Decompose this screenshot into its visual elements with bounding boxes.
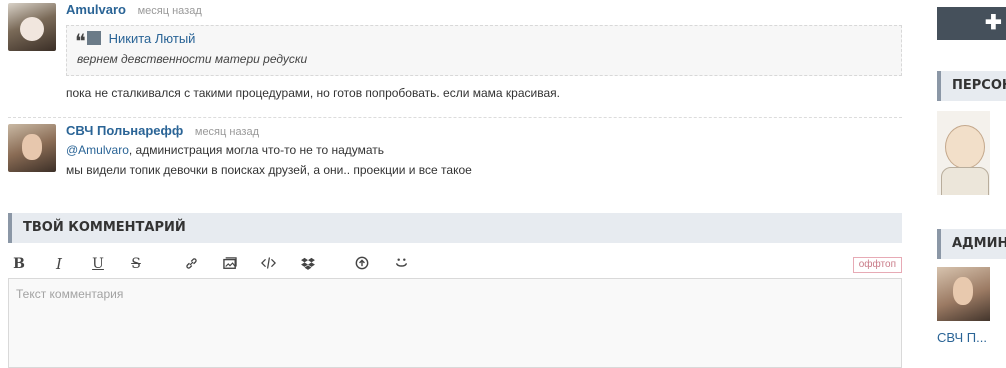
- comment-text-line: мы видели топик девочки в поисках друзей…: [66, 163, 472, 177]
- quote-text: вернем девственности матери редуски: [77, 52, 308, 66]
- avatar[interactable]: [8, 124, 56, 172]
- comment-separator: [8, 117, 902, 118]
- strikethrough-button[interactable]: S: [125, 254, 147, 274]
- dropbox-icon[interactable]: [297, 254, 319, 274]
- offtop-toggle[interactable]: оффтоп: [852, 257, 902, 273]
- plus-icon: ✚: [985, 12, 1002, 34]
- comment-form-title: ТВОЙ КОММЕНТАРИЙ: [8, 213, 902, 243]
- add-button[interactable]: ✚: [937, 7, 1006, 40]
- comment-author[interactable]: Amulvaro: [66, 2, 126, 17]
- comment-text: пока не сталкивался с такими процедурами…: [66, 86, 560, 100]
- comment-text-line: @Amulvaro, администрация могла что-то не…: [66, 140, 902, 160]
- admin-avatar[interactable]: [937, 267, 990, 321]
- comment-text-rest: , администрация могла что-то не то надум…: [128, 143, 385, 157]
- admin-name-link[interactable]: СВЧ П...: [937, 330, 987, 345]
- comment-body: Amulvaro месяц назад ❝ Никита Лютый верн…: [66, 3, 902, 103]
- comment-meta: СВЧ Польнарефф месяц назад: [66, 123, 902, 139]
- editor-toolbar: B I U S оффтоп: [8, 249, 902, 277]
- link-icon[interactable]: [180, 254, 202, 274]
- quote-mark-icon: ❝: [75, 29, 86, 53]
- comment-meta: Amulvaro месяц назад: [66, 2, 902, 18]
- italic-button[interactable]: I: [48, 254, 70, 274]
- mention-link[interactable]: @Amulvaro: [66, 143, 129, 157]
- comment: Amulvaro месяц назад ❝ Никита Лютый верн…: [8, 3, 902, 103]
- comment-date: месяц назад: [137, 5, 202, 17]
- sidebar-admin-title: АДМИН: [937, 229, 1006, 259]
- comment-body: СВЧ Польнарефф месяц назад @Amulvaro, ад…: [66, 124, 902, 180]
- code-icon[interactable]: [257, 254, 279, 274]
- character-image[interactable]: [937, 111, 990, 195]
- comment-author[interactable]: СВЧ Польнарефф: [66, 123, 183, 138]
- image-icon[interactable]: [219, 254, 241, 274]
- underline-button[interactable]: U: [87, 254, 109, 274]
- quote-header: ❝ Никита Лютый: [75, 29, 891, 53]
- comment-date: месяц назад: [194, 126, 260, 138]
- comment: СВЧ Польнарефф месяц назад @Amulvaro, ад…: [8, 124, 902, 184]
- upload-icon[interactable]: [351, 254, 373, 274]
- quote-block: ❝ Никита Лютый вернем девственности мате…: [66, 25, 902, 76]
- comment-textarea[interactable]: [8, 278, 902, 368]
- avatar[interactable]: [8, 3, 56, 51]
- quote-author[interactable]: Никита Лютый: [109, 31, 196, 46]
- smile-icon[interactable]: [390, 254, 412, 274]
- quote-author-avatar[interactable]: [87, 31, 101, 45]
- bold-button[interactable]: B: [8, 254, 30, 274]
- sidebar-character-title: ПЕРСОНАЖ: [937, 71, 1006, 101]
